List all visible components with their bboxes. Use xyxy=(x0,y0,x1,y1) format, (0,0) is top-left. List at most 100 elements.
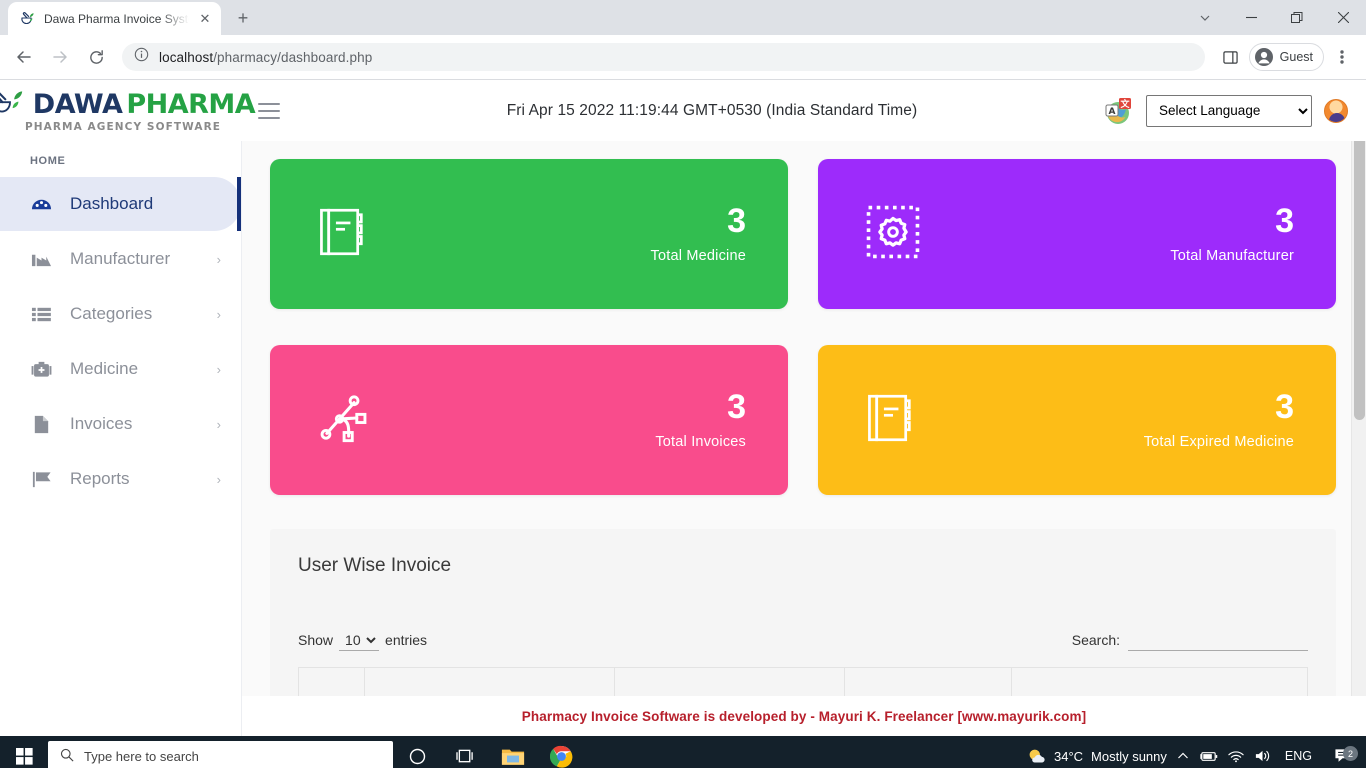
stat-label: Total Invoices xyxy=(655,434,746,450)
book-icon xyxy=(864,389,926,451)
close-tab-icon[interactable]: ✕ xyxy=(197,11,213,27)
stat-value: 3 xyxy=(727,388,746,426)
show-prefix-label: Show xyxy=(298,632,334,648)
datatable-search: Search: xyxy=(1072,629,1308,651)
address-bar[interactable]: localhost/pharmacy/dashboard.php xyxy=(122,43,1205,71)
stat-label: Total Manufacturer xyxy=(1170,248,1294,264)
entries-select[interactable]: 10 xyxy=(339,629,380,651)
panel-title: User Wise Invoice xyxy=(298,555,452,576)
file-explorer-icon[interactable] xyxy=(489,736,537,768)
app-footer: Pharmacy Invoice Software is developed b… xyxy=(242,696,1366,736)
avatar[interactable] xyxy=(1324,98,1348,123)
sidebar-item-reports[interactable]: Reports › xyxy=(0,452,241,506)
sidebar-item-label: Invoices xyxy=(70,414,133,433)
scrollbar-thumb[interactable] xyxy=(1354,102,1365,420)
windows-start-icon[interactable] xyxy=(0,736,48,768)
maximize-icon[interactable] xyxy=(1274,0,1320,35)
task-view-icon[interactable] xyxy=(441,736,489,768)
browser-tab-strip: Dawa Pharma Invoice System - M ✕ + xyxy=(0,0,1366,35)
chevron-right-icon: › xyxy=(216,251,221,267)
sidebar-toggle-icon[interactable] xyxy=(258,102,280,119)
entries-length-control: Show 10 entries xyxy=(298,629,427,651)
cortana-icon[interactable] xyxy=(393,736,441,768)
factory-icon xyxy=(30,249,52,270)
brand-tagline: PHARMA AGENCY SOFTWARE xyxy=(24,120,222,133)
stat-value: 3 xyxy=(1275,388,1294,426)
browser-tab-title: Dawa Pharma Invoice System - M xyxy=(44,11,189,26)
reload-icon[interactable] xyxy=(80,41,112,73)
user-avatar-icon xyxy=(1254,48,1273,66)
system-tray: 34°C Mostly sunny ENG 2 xyxy=(1027,736,1366,768)
close-window-icon[interactable] xyxy=(1320,0,1366,35)
profile-label: Guest xyxy=(1279,50,1313,64)
app-logo[interactable]: DAWA PHARMA PHARMA AGENCY SOFTWARE xyxy=(0,89,256,133)
sidebar-item-label: Categories xyxy=(70,304,153,323)
medkit-icon xyxy=(30,359,52,380)
sidebar-section-label: HOME xyxy=(30,155,66,167)
sidebar-item-dashboard[interactable]: Dashboard xyxy=(0,177,241,231)
chevron-up-icon[interactable] xyxy=(1177,750,1189,762)
sidebar-item-manufacturer[interactable]: Manufacturer › xyxy=(0,232,241,286)
minimize-icon[interactable] xyxy=(1228,0,1274,35)
file-icon xyxy=(30,414,52,435)
battery-icon[interactable] xyxy=(1199,750,1218,763)
sidebar-item-invoices[interactable]: Invoices › xyxy=(0,397,241,451)
dashboard-icon xyxy=(30,194,52,215)
page-scrollbar[interactable]: ▲ ▼ xyxy=(1351,80,1366,736)
mortar-pestle-icon xyxy=(20,11,36,27)
volume-icon[interactable] xyxy=(1254,749,1271,763)
stat-label: Total Expired Medicine xyxy=(1143,434,1294,450)
language-indicator[interactable]: ENG xyxy=(1281,749,1316,763)
notifications-button[interactable]: 2 xyxy=(1326,746,1360,764)
sidebar-item-categories[interactable]: Categories › xyxy=(0,287,241,341)
header-right-group: A 文 Select Language xyxy=(1104,94,1366,127)
chevron-right-icon: › xyxy=(216,306,221,322)
forward-icon[interactable] xyxy=(44,41,76,73)
sidebar-item-label: Reports xyxy=(70,469,130,488)
stat-card-total-manufacturer[interactable]: 3 Total Manufacturer xyxy=(818,159,1336,309)
weather-sun-cloud-icon xyxy=(1029,749,1045,763)
stat-card-total-invoices[interactable]: 3 Total Invoices xyxy=(270,345,788,495)
page-viewport: DAWA PHARMA PHARMA AGENCY SOFTWARE Fri A… xyxy=(0,80,1366,736)
stat-card-total-medicine[interactable]: 3 Total Medicine xyxy=(270,159,788,309)
app-body: HOME Dashboard Manufacturer › Categories xyxy=(0,141,1366,736)
address-bar-text: localhost/pharmacy/dashboard.php xyxy=(159,49,373,65)
brand-secondary: PHARMA xyxy=(126,88,256,120)
stat-label: Total Medicine xyxy=(650,248,746,264)
chrome-icon[interactable] xyxy=(537,736,585,768)
flag-icon xyxy=(30,469,52,490)
weather-temp: 34°C xyxy=(1053,748,1084,764)
wifi-icon[interactable] xyxy=(1228,750,1244,763)
svg-text:A: A xyxy=(1109,107,1116,117)
google-translate-icon[interactable]: A 文 xyxy=(1104,96,1134,126)
tab-search-icon[interactable] xyxy=(1182,0,1228,35)
new-tab-button[interactable]: + xyxy=(229,4,257,32)
list-icon xyxy=(30,304,52,325)
svg-text:文: 文 xyxy=(1119,98,1130,110)
mortar-pestle-logo-icon xyxy=(0,91,22,113)
search-label: Search: xyxy=(1071,632,1120,648)
search-input[interactable] xyxy=(1128,629,1308,651)
sidebar-item-medicine[interactable]: Medicine › xyxy=(0,342,241,396)
language-select[interactable]: Select Language xyxy=(1146,94,1312,127)
profile-button[interactable]: Guest xyxy=(1248,43,1324,71)
node-graph-icon xyxy=(316,389,378,451)
chevron-right-icon: › xyxy=(216,471,221,487)
browser-tab[interactable]: Dawa Pharma Invoice System - M ✕ xyxy=(8,2,221,35)
side-panel-icon[interactable] xyxy=(1215,41,1247,73)
user-wise-invoice-panel: User Wise Invoice Show 10 entries Search… xyxy=(270,529,1336,709)
datatable-toolbar: Show 10 entries Search: xyxy=(298,629,1308,651)
main-content: 3 Total Medicine 3 Total Manufacturer 3 … xyxy=(242,141,1366,736)
weather-widget[interactable]: 34°C Mostly sunny xyxy=(1027,747,1167,766)
taskbar-search-box[interactable]: Type here to search xyxy=(48,741,393,768)
more-menu-icon[interactable] xyxy=(1326,41,1358,73)
footer-text: Pharmacy Invoice Software is developed b… xyxy=(521,708,1087,724)
info-circle-icon[interactable] xyxy=(134,47,149,67)
sidebar-item-label: Manufacturer xyxy=(70,249,171,268)
stat-card-grid: 3 Total Medicine 3 Total Manufacturer 3 … xyxy=(270,159,1336,495)
back-icon[interactable] xyxy=(8,41,40,73)
toolbar-right-group: Guest xyxy=(1215,41,1358,73)
weather-desc: Mostly sunny xyxy=(1091,748,1167,764)
stat-card-total-expired-medicine[interactable]: 3 Total Expired Medicine xyxy=(818,345,1336,495)
windows-taskbar: Type here to search 34°C Mostly sunny EN… xyxy=(0,736,1366,768)
